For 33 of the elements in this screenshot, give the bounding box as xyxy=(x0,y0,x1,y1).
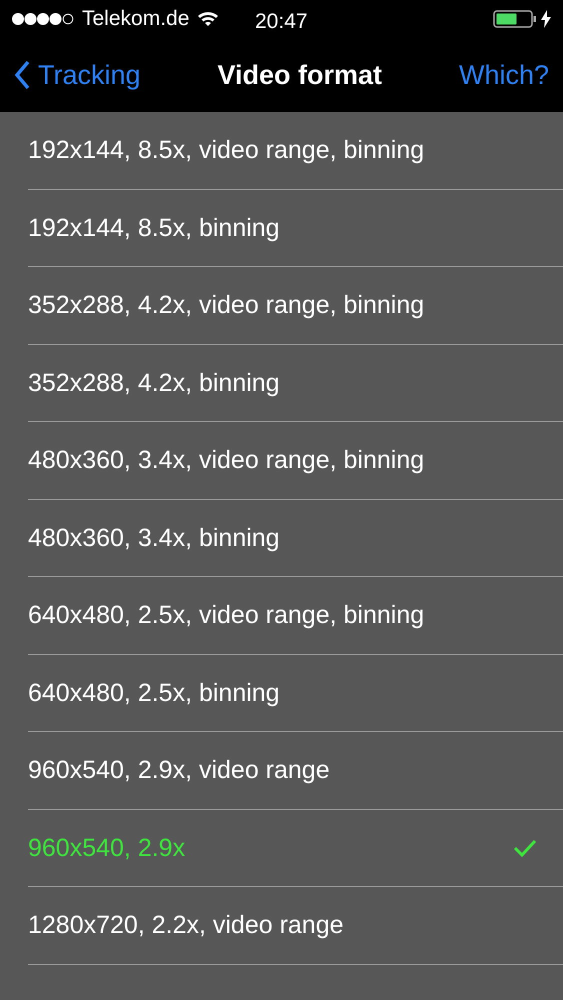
checkmark-icon xyxy=(513,839,537,858)
format-label: 352x288, 4.2x, binning xyxy=(28,368,280,398)
format-row[interactable]: 640x480, 2.5x, binning xyxy=(0,654,563,732)
screen-title: Video format xyxy=(217,58,382,92)
format-label: 640x480, 2.5x, video range, binning xyxy=(28,600,424,631)
format-label: 192x144, 8.5x, video range, binning xyxy=(28,135,424,166)
battery-icon xyxy=(493,9,537,29)
which-button[interactable]: Which? xyxy=(458,54,549,96)
format-row[interactable]: 192x144, 8.5x, video range, binning xyxy=(0,112,563,190)
wifi-icon xyxy=(197,11,220,27)
format-row[interactable]: 192x144, 8.5x, binning xyxy=(0,190,563,267)
format-row[interactable]: 480x360, 3.4x, video range, binning xyxy=(0,422,563,500)
back-chevron-icon xyxy=(14,60,30,90)
format-row[interactable]: 352x288, 4.2x, video range, binning xyxy=(0,267,563,344)
format-label: 480x360, 3.4x, binning xyxy=(28,522,280,554)
clock-time: 20:47 xyxy=(255,9,308,35)
signal-icon xyxy=(12,13,74,25)
back-button[interactable]: Tracking xyxy=(14,54,141,96)
format-row[interactable]: 640x480, 2.5x, video range, binning xyxy=(0,577,563,654)
carrier-name: Telekom.de xyxy=(82,6,190,32)
format-row[interactable]: 960x540, 2.9x xyxy=(0,810,563,887)
format-row[interactable]: 960x540, 2.9x, video range xyxy=(0,732,563,810)
format-row[interactable]: 480x360, 3.4x, binning xyxy=(0,500,563,577)
format-label: 960x540, 2.9x xyxy=(28,832,186,864)
format-row[interactable]: 1280x720, 2.2x, video range xyxy=(0,887,563,964)
format-label: 960x540, 2.9x, video range xyxy=(28,755,330,786)
format-label: 640x480, 2.5x, binning xyxy=(28,678,280,708)
format-label: 480x360, 3.4x, video range, binning xyxy=(28,445,424,476)
format-row[interactable]: 352x288, 4.2x, binning xyxy=(0,344,563,422)
format-label: 192x144, 8.5x, binning xyxy=(28,212,280,244)
format-label: 1280x720, 2.2x, video range xyxy=(28,910,344,941)
format-label: 352x288, 4.2x, video range, binning xyxy=(28,290,424,321)
charging-icon xyxy=(541,10,551,28)
